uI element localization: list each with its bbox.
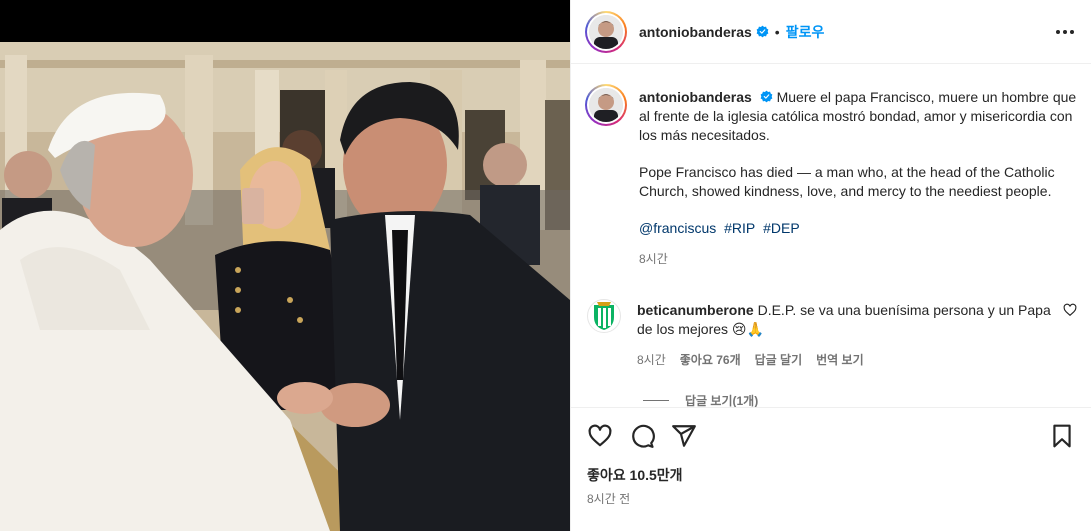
hashtag-link[interactable]: #DEP <box>763 220 800 236</box>
comment-like-heart-icon[interactable] <box>1063 303 1077 317</box>
caption-avatar[interactable] <box>585 84 627 126</box>
comment-meta: 8시간 좋아요 76개 답글 달기 번역 보기 <box>637 351 1053 370</box>
comment-likes-count[interactable]: 좋아요 76개 <box>680 351 741 370</box>
more-options-icon[interactable] <box>1053 20 1077 44</box>
instagram-post-modal: antoniobanderas • 팔로우 antoniobanderas Mu… <box>0 0 1091 531</box>
mention-link[interactable]: @franciscus <box>639 220 716 236</box>
save-bookmark-icon[interactable] <box>1049 423 1075 449</box>
replies-divider-line <box>643 400 669 401</box>
caption-username[interactable]: antoniobanderas <box>639 89 752 105</box>
post-header: antoniobanderas • 팔로우 <box>571 0 1091 64</box>
comment-timestamp[interactable]: 8시간 <box>637 351 666 370</box>
separator-dot: • <box>774 23 780 40</box>
avatar-photo-icon <box>589 88 623 122</box>
caption-english-text: Pope Francisco has died — a man who, at … <box>639 164 1055 199</box>
betis-crest-icon <box>594 302 614 330</box>
caption-hashtags: @franciscus #RIP #DEP <box>639 219 1077 238</box>
author-avatar[interactable] <box>585 10 627 53</box>
commenter-avatar[interactable] <box>587 299 621 333</box>
verified-badge-icon <box>760 90 773 103</box>
share-send-icon[interactable] <box>671 423 697 449</box>
caption-block: antoniobanderas Muere el papa Francisco,… <box>585 84 1077 269</box>
comment-bubble-icon[interactable] <box>629 423 655 449</box>
commenter-username[interactable]: beticanumberone <box>637 302 754 318</box>
author-username[interactable]: antoniobanderas <box>639 24 752 40</box>
verified-badge-icon <box>756 25 769 38</box>
reply-button[interactable]: 답글 달기 <box>755 351 803 370</box>
avatar-photo-icon <box>589 14 623 49</box>
post-info-panel: antoniobanderas • 팔로우 antoniobanderas Mu… <box>570 0 1091 531</box>
view-replies-label: 답글 보기(1개) <box>685 394 759 407</box>
see-translation-button[interactable]: 번역 보기 <box>816 351 864 370</box>
post-likes-count[interactable]: 좋아요 10.5만개 <box>587 465 1075 485</box>
post-actions-bar: 좋아요 10.5만개 8시간 전 <box>571 407 1091 531</box>
comment-item: beticanumberone D.E.P. se va una buenísi… <box>585 299 1077 370</box>
view-replies-button[interactable]: 답글 보기(1개) <box>643 392 1077 407</box>
caption-timestamp[interactable]: 8시간 <box>639 250 1077 269</box>
comments-scroll-area[interactable]: antoniobanderas Muere el papa Francisco,… <box>571 64 1091 407</box>
post-timestamp[interactable]: 8시간 전 <box>587 490 1075 507</box>
follow-button[interactable]: 팔로우 <box>786 22 825 42</box>
hashtag-link[interactable]: #RIP <box>724 220 755 236</box>
post-photo[interactable] <box>0 0 570 531</box>
photo-illustration <box>0 0 570 531</box>
like-heart-icon[interactable] <box>587 423 613 449</box>
